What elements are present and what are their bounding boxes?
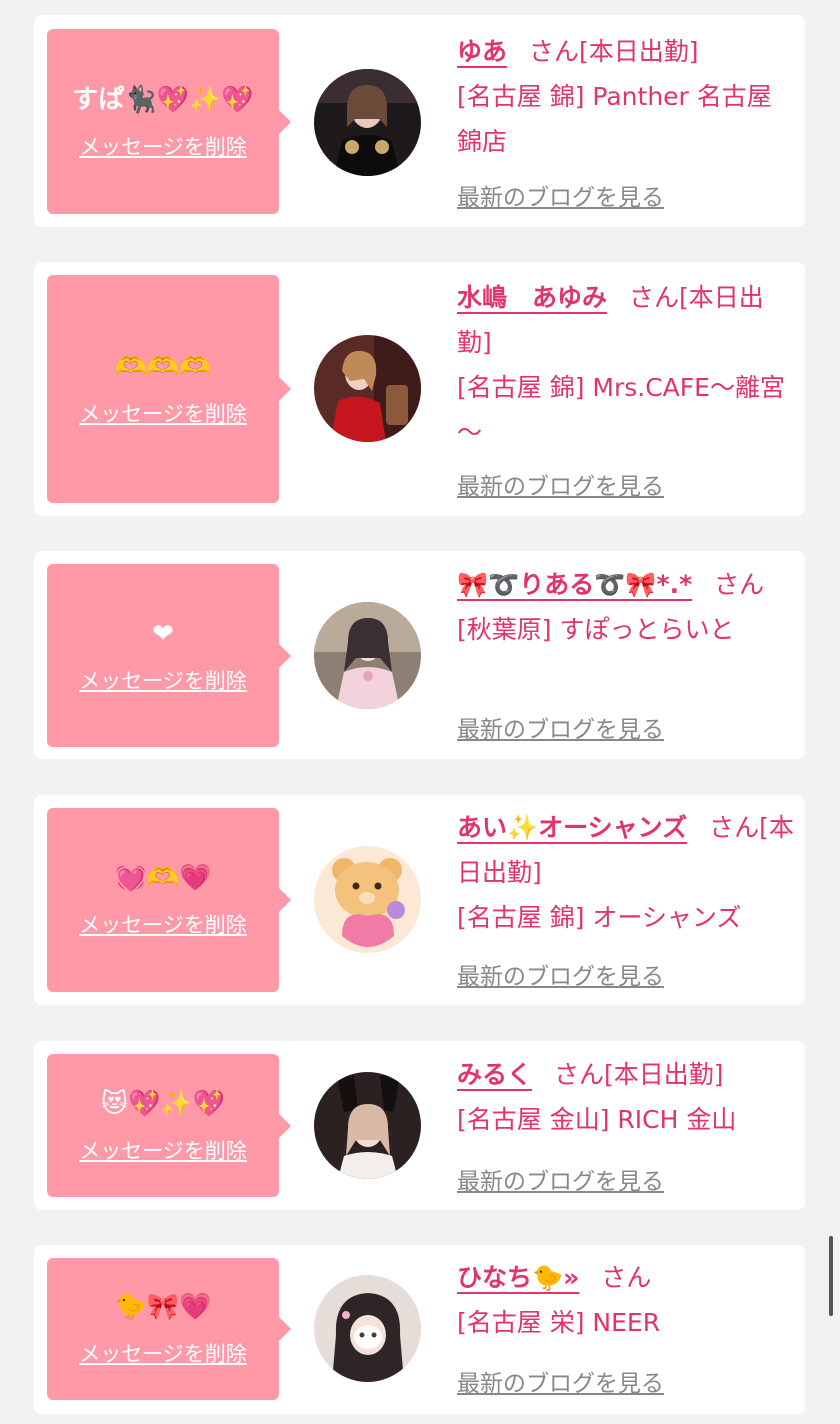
delete-message-link[interactable]: メッセージを削除 bbox=[79, 909, 247, 939]
delete-message-link[interactable]: メッセージを削除 bbox=[79, 1338, 247, 1368]
honorific: さん bbox=[554, 1060, 605, 1089]
latest-blog-link[interactable]: 最新のブログを見る bbox=[457, 178, 664, 212]
message-text: すぱ🐈‍⬛💖✨💖 bbox=[72, 84, 254, 115]
cast-name-link[interactable]: 水嶋 あゆみ bbox=[457, 283, 607, 312]
delete-message-link[interactable]: メッセージを削除 bbox=[79, 1135, 247, 1165]
latest-blog-link[interactable]: 最新のブログを見る bbox=[457, 1364, 664, 1398]
favorite-card: 🫶🫶🫶 メッセージを削除 水嶋 あゆみ さん[本日出勤] [名古屋 錦] Mrs.… bbox=[34, 262, 805, 516]
shop-name: [名古屋 錦] オーシャンズ bbox=[457, 903, 742, 932]
shift-status: [本日出勤] bbox=[579, 37, 699, 66]
cast-info: あい✨オーシャンズ さん[本日出勤] [名古屋 錦] オーシャンズ bbox=[457, 805, 795, 940]
delete-message-link[interactable]: メッセージを削除 bbox=[79, 131, 247, 161]
message-bubble: ❤ メッセージを削除 bbox=[47, 564, 291, 747]
favorite-card: 💓🫶💗 メッセージを削除 あい✨オーシャンズ さん[本日出勤] [名古屋 錦] オ… bbox=[34, 795, 805, 1005]
shop-name: [名古屋 金山] RICH 金山 bbox=[457, 1105, 737, 1134]
delete-message-link[interactable]: メッセージを削除 bbox=[79, 398, 247, 428]
avatar[interactable] bbox=[314, 1072, 421, 1179]
avatar[interactable] bbox=[314, 1275, 421, 1382]
honorific: さん bbox=[529, 37, 580, 66]
message-bubble: 🐤🎀💗 メッセージを削除 bbox=[47, 1258, 291, 1400]
message-bubble: すぱ🐈‍⬛💖✨💖 メッセージを削除 bbox=[47, 29, 291, 214]
shop-name: [秋葉原] すぽっとらいと bbox=[457, 615, 735, 644]
shop-name: [名古屋 錦] Panther 名古屋錦店 bbox=[457, 82, 772, 156]
message-bubble: 🫶🫶🫶 メッセージを削除 bbox=[47, 275, 291, 503]
cast-name-link[interactable]: ひなち🐤» bbox=[457, 1263, 579, 1292]
delete-message-link[interactable]: メッセージを削除 bbox=[79, 665, 247, 695]
honorific: さん bbox=[601, 1263, 652, 1292]
message-text: 😻💖✨💖 bbox=[100, 1088, 226, 1119]
shift-status: [本日出勤] bbox=[604, 1060, 724, 1089]
avatar[interactable] bbox=[314, 846, 421, 953]
cast-info: 🎀➰りある➰🎀*.* さん [秋葉原] すぽっとらいと bbox=[457, 562, 795, 652]
shop-name: [名古屋 錦] Mrs.CAFE～離宮～ bbox=[457, 373, 785, 447]
message-text: 🐤🎀💗 bbox=[114, 1292, 212, 1322]
avatar[interactable] bbox=[314, 602, 421, 709]
cast-name-link[interactable]: あい✨オーシャンズ bbox=[457, 813, 687, 842]
latest-blog-link[interactable]: 最新のブログを見る bbox=[457, 710, 664, 744]
cast-name-link[interactable]: みるく bbox=[457, 1060, 532, 1089]
scrollbar[interactable] bbox=[829, 1236, 833, 1316]
honorific: さん bbox=[709, 813, 760, 842]
cast-name-link[interactable]: ゆあ bbox=[457, 37, 507, 66]
honorific: さん bbox=[714, 570, 765, 599]
latest-blog-link[interactable]: 最新のブログを見る bbox=[457, 957, 664, 991]
favorite-card: ❤ メッセージを削除 🎀➰りある➰🎀*.* さん [秋葉原] すぽっとらいと 最新… bbox=[34, 551, 805, 759]
cast-info: ゆあ さん[本日出勤] [名古屋 錦] Panther 名古屋錦店 bbox=[457, 29, 795, 164]
avatar[interactable] bbox=[314, 69, 421, 176]
avatar[interactable] bbox=[314, 335, 421, 442]
favorite-list: すぱ🐈‍⬛💖✨💖 メッセージを削除 ゆあ さん[本日出勤] [名古屋 錦] Pan… bbox=[0, 0, 840, 1424]
cast-info: 水嶋 あゆみ さん[本日出勤] [名古屋 錦] Mrs.CAFE～離宮～ bbox=[457, 275, 795, 455]
message-text: ❤ bbox=[152, 618, 174, 649]
message-bubble: 💓🫶💗 メッセージを削除 bbox=[47, 808, 291, 992]
cast-name-link[interactable]: 🎀➰りある➰🎀*.* bbox=[457, 570, 692, 599]
favorite-card: すぱ🐈‍⬛💖✨💖 メッセージを削除 ゆあ さん[本日出勤] [名古屋 錦] Pan… bbox=[34, 15, 805, 227]
latest-blog-link[interactable]: 最新のブログを見る bbox=[457, 467, 664, 501]
message-bubble: 😻💖✨💖 メッセージを削除 bbox=[47, 1054, 291, 1197]
favorite-card: 🐤🎀💗 メッセージを削除 ひなち🐤» さん [名古屋 栄] NEER 最新のブログ… bbox=[34, 1245, 805, 1414]
honorific: さん bbox=[629, 283, 680, 312]
cast-info: ひなち🐤» さん [名古屋 栄] NEER bbox=[457, 1255, 795, 1345]
message-text: 🫶🫶🫶 bbox=[114, 352, 212, 382]
latest-blog-link[interactable]: 最新のブログを見る bbox=[457, 1162, 664, 1196]
shop-name: [名古屋 栄] NEER bbox=[457, 1308, 661, 1337]
cast-info: みるく さん[本日出勤] [名古屋 金山] RICH 金山 bbox=[457, 1052, 795, 1142]
favorite-card: 😻💖✨💖 メッセージを削除 みるく さん[本日出勤] [名古屋 金山] RICH … bbox=[34, 1041, 805, 1210]
message-text: 💓🫶💗 bbox=[114, 863, 212, 893]
